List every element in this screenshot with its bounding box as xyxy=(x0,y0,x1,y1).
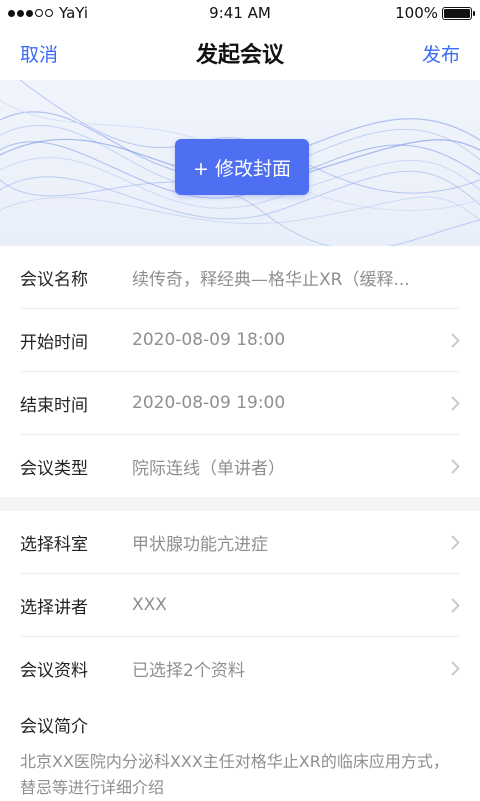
publish-button[interactable]: 发布 xyxy=(422,40,460,67)
row-label: 选择科室 xyxy=(20,534,88,555)
row-label: 选择讲者 xyxy=(20,597,88,618)
row-value: XXX xyxy=(132,595,167,615)
form-row-department[interactable]: 选择科室 甲状腺功能亢进症 xyxy=(20,511,460,574)
chevron-right-icon xyxy=(446,333,460,348)
form-section-basic: 会议名称 续传奇，释经典—格华止XR（缓释... 开始时间 2020-08-09… xyxy=(0,246,480,497)
status-left: YaYi xyxy=(8,4,88,22)
change-cover-button[interactable]: + 修改封面 xyxy=(175,139,309,195)
form-row-end-time[interactable]: 结束时间 2020-08-09 19:00 xyxy=(20,372,460,435)
row-value: 续传奇，释经典—格华止XR（缓释... xyxy=(132,269,410,290)
form-row-meeting-name[interactable]: 会议名称 续传奇，释经典—格华止XR（缓释... xyxy=(20,246,460,309)
chevron-right-icon xyxy=(446,598,460,613)
intro-text[interactable]: 北京XX医院内分泌科XXX主任对格华止XR的临床应用方式，替忌等进行详细介绍 xyxy=(20,749,460,801)
navigation-bar: 取消 发起会议 发布 xyxy=(0,26,480,80)
form-row-start-time[interactable]: 开始时间 2020-08-09 18:00 xyxy=(20,309,460,372)
row-value: 已选择2个资料 xyxy=(132,660,245,681)
row-value: 2020-08-09 18:00 xyxy=(132,330,286,350)
intro-label: 会议简介 xyxy=(20,716,88,737)
status-bar: YaYi 9:41 AM 100% xyxy=(0,0,480,26)
section-divider xyxy=(0,497,480,511)
row-value: 2020-08-09 19:00 xyxy=(132,393,286,413)
cancel-button[interactable]: 取消 xyxy=(20,40,58,67)
chevron-right-icon xyxy=(446,661,460,676)
cover-image: + 修改封面 xyxy=(0,80,480,246)
row-value: 院际连线（单讲者） xyxy=(132,458,285,479)
chevron-right-icon xyxy=(446,396,460,411)
row-label: 会议资料 xyxy=(20,660,88,681)
row-label: 开始时间 xyxy=(20,332,88,353)
chevron-right-icon xyxy=(446,535,460,550)
meeting-intro-section: 会议简介 北京XX医院内分泌科XXX主任对格华止XR的临床应用方式，替忌等进行详… xyxy=(0,699,480,801)
chevron-right-icon xyxy=(446,459,460,474)
status-right: 100% xyxy=(395,4,475,22)
signal-strength-icon xyxy=(8,9,53,17)
row-label: 结束时间 xyxy=(20,395,88,416)
form-section-details: 选择科室 甲状腺功能亢进症 选择讲者 XXX 会议资料 已选择2个资料 xyxy=(0,511,480,699)
row-label: 会议类型 xyxy=(20,458,88,479)
row-value: 甲状腺功能亢进症 xyxy=(132,534,268,555)
form-row-meeting-type[interactable]: 会议类型 院际连线（单讲者） xyxy=(20,435,460,497)
battery-percent: 100% xyxy=(395,4,438,22)
battery-icon xyxy=(442,6,475,20)
page-title: 发起会议 xyxy=(195,43,284,68)
form-row-materials[interactable]: 会议资料 已选择2个资料 xyxy=(20,637,460,699)
row-label: 会议名称 xyxy=(20,269,88,290)
form-row-speaker[interactable]: 选择讲者 XXX xyxy=(20,574,460,637)
carrier-name: YaYi xyxy=(59,4,89,22)
